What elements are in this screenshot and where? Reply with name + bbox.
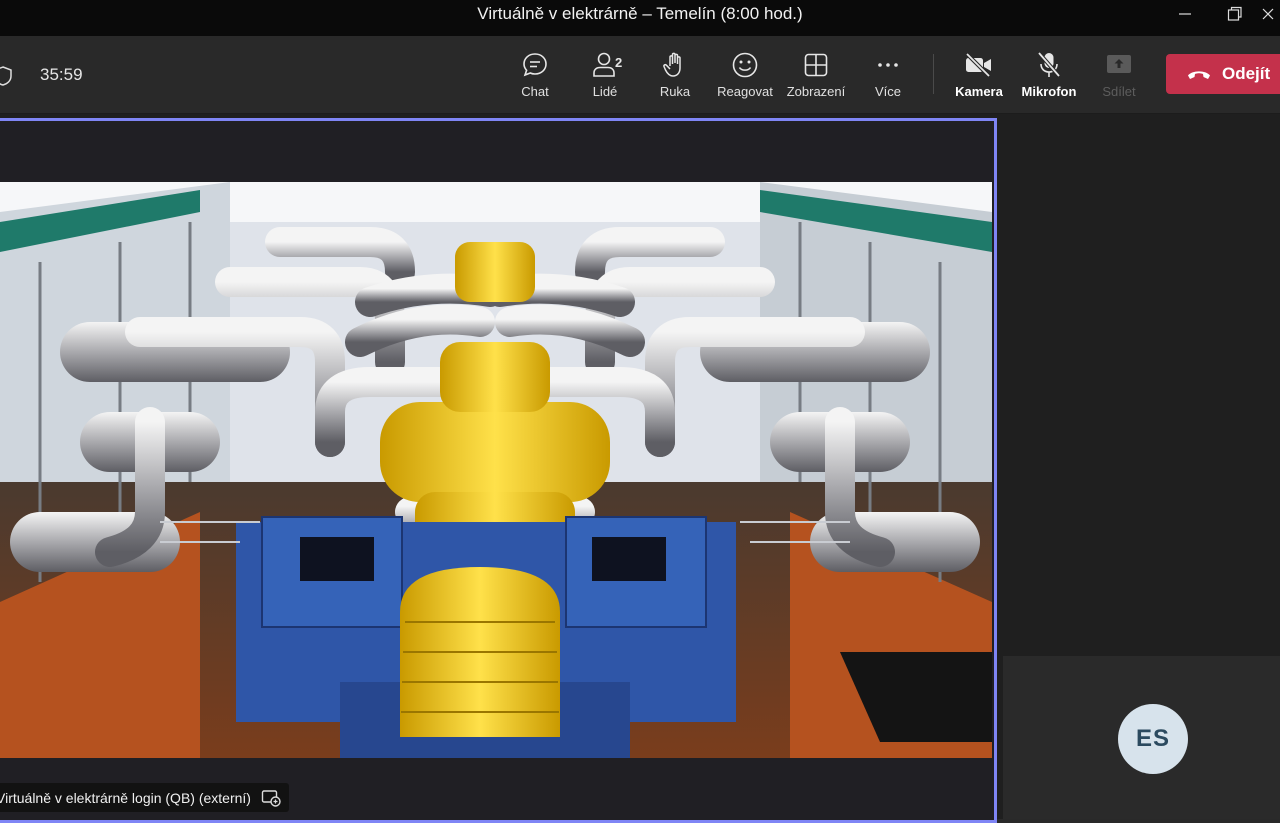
hand-icon: [663, 52, 681, 77]
people-button[interactable]: 2 Lidé: [586, 50, 624, 104]
participant-name-tag: Virtuálně v elektrárně login (QB) (exter…: [0, 783, 289, 812]
view-label: Zobrazení: [786, 84, 846, 99]
turbine-hall-image: [0, 182, 992, 758]
hand-label: Ruka: [659, 84, 691, 99]
people-label: Lidé: [592, 84, 618, 99]
microphone-button[interactable]: Mikrofon: [1019, 50, 1079, 104]
grid-view-icon: [804, 53, 828, 77]
side-panel-empty: [1003, 114, 1280, 656]
raise-hand-button[interactable]: Ruka: [658, 50, 692, 104]
camera-label: Kamera: [955, 84, 1003, 99]
hang-up-icon: [1188, 71, 1210, 79]
share-tray-icon: [1107, 55, 1131, 73]
leave-label: Odejít: [1222, 64, 1271, 83]
restore-button[interactable]: [1212, 0, 1258, 28]
restore-icon: [1227, 6, 1242, 21]
meeting-timer: 35:59: [40, 65, 83, 84]
close-icon: [1262, 8, 1274, 20]
react-label: Reagovat: [717, 84, 773, 99]
screen-share-status-icon: [261, 789, 281, 807]
shared-video-feed: [0, 182, 992, 758]
microphone-off-icon: [1037, 51, 1061, 78]
camera-button[interactable]: Kamera: [954, 50, 1004, 104]
view-button[interactable]: Zobrazení: [784, 50, 848, 104]
avatar[interactable]: ES: [1118, 704, 1188, 774]
close-button[interactable]: [1262, 0, 1280, 28]
minimize-button[interactable]: [1162, 0, 1208, 28]
microphone-label: Mikrofon: [1021, 84, 1077, 99]
chat-icon: [523, 53, 547, 77]
chat-label: Chat: [521, 84, 549, 99]
window-titlebar: Virtuálně v elektrárně – Temelín (8:00 h…: [0, 0, 1280, 36]
shield-icon: [0, 66, 12, 86]
chat-button[interactable]: Chat: [518, 50, 552, 104]
minimize-icon: [1179, 13, 1191, 15]
more-label: Více: [874, 84, 901, 99]
more-button[interactable]: Více: [872, 50, 904, 104]
camera-off-icon: [965, 52, 991, 78]
leave-button[interactable]: Odejít: [1166, 54, 1280, 94]
share-button[interactable]: Sdílet: [1100, 50, 1138, 104]
share-label: Sdílet: [1102, 84, 1136, 99]
react-button[interactable]: Reagovat: [714, 50, 776, 104]
smiley-icon: [732, 52, 758, 78]
participant-name: Virtuálně v elektrárně login (QB) (exter…: [0, 789, 251, 806]
more-icon: [878, 63, 898, 67]
meeting-toolbar: 35:59 Chat 2 Lidé Ruka Reagovat Zobrazen…: [0, 36, 1280, 114]
toolbar-divider: [933, 54, 934, 94]
people-count-badge: 2: [615, 55, 623, 70]
avatar-initials: ES: [1135, 725, 1170, 752]
window-title: Virtuálně v elektrárně – Temelín (8:00 h…: [477, 4, 803, 23]
